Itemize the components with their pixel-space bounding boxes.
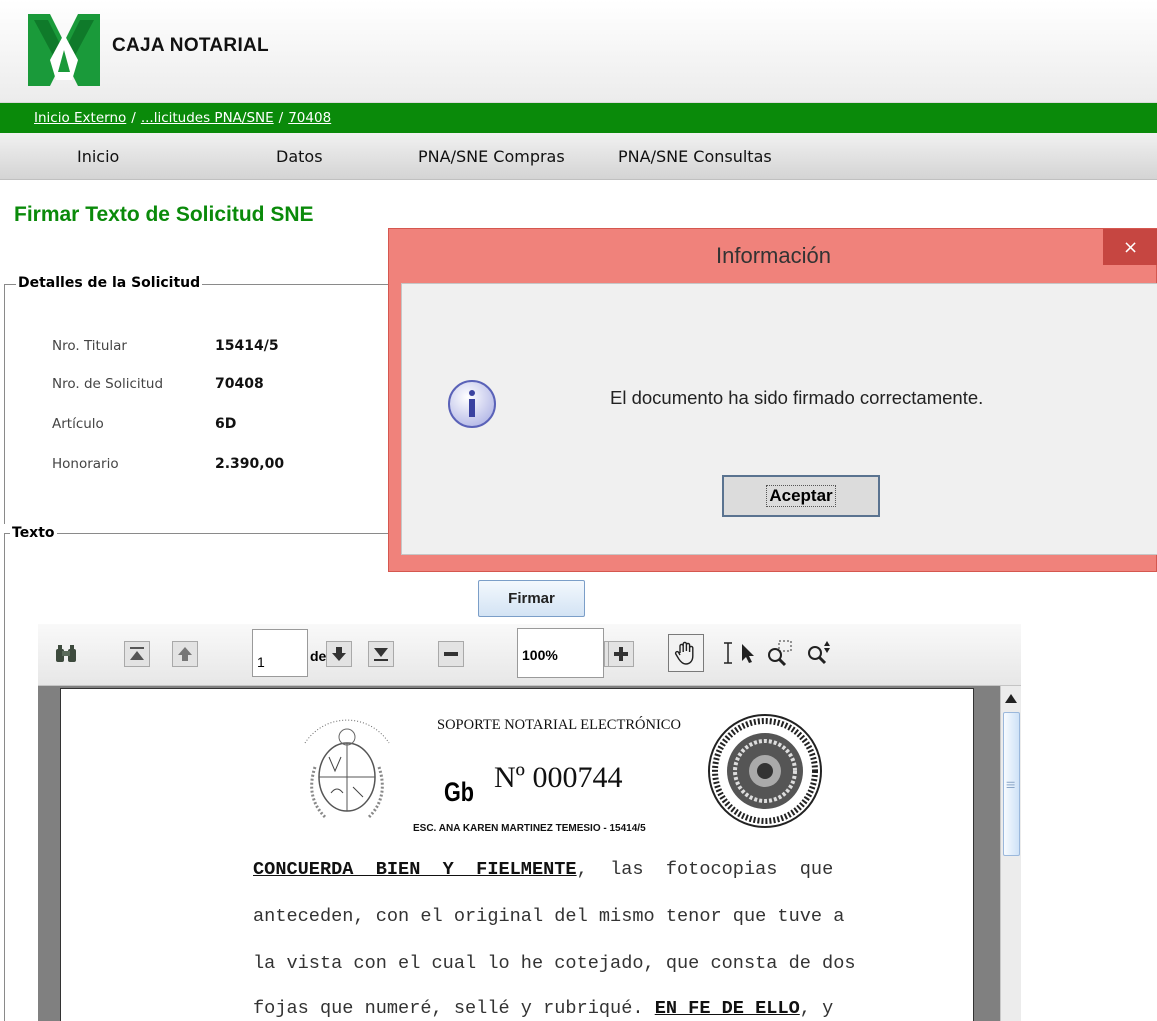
dialog-title: Información: [716, 243, 831, 268]
label-nro-solicitud: Nro. de Solicitud: [52, 376, 164, 392]
hand-tool-icon[interactable]: [668, 634, 704, 672]
pdf-text-line: fojas que numeré, sellé y rubriqué. EN F…: [253, 998, 833, 1019]
nav-pna-sne-compras[interactable]: PNA/SNE Compras: [418, 147, 565, 166]
breadcrumb-solicitudes[interactable]: ...licitudes PNA/SNE: [141, 110, 274, 126]
texto-legend: Texto: [10, 525, 57, 541]
zoom-out-icon[interactable]: [438, 641, 464, 667]
details-fieldset-border: [4, 284, 5, 524]
find-icon[interactable]: [48, 634, 84, 672]
breadcrumb-inicio-externo[interactable]: Inicio Externo: [34, 110, 126, 126]
pdf-series: Gb: [444, 777, 474, 807]
pdf-text-span: , las fotocopias que: [576, 859, 834, 880]
scrollbar-thumb[interactable]: [1003, 712, 1020, 856]
nav-datos[interactable]: Datos: [276, 147, 323, 166]
accept-button-label: Aceptar: [766, 485, 836, 507]
value-honorario: 2.390,00: [215, 456, 285, 472]
value-nro-solicitud: 70408: [215, 376, 264, 392]
value-nro-titular: 15414/5: [215, 338, 279, 354]
pdf-text-span: fojas que numeré, sellé y rubriqué.: [253, 998, 655, 1019]
firmar-button[interactable]: Firmar: [478, 580, 585, 617]
pdf-text-span: , y: [799, 998, 834, 1019]
pdf-viewport[interactable]: SOPORTE NOTARIAL ELECTRÓNICO Gb Nº 00074…: [38, 686, 1021, 1021]
main-nav: Inicio Datos PNA/SNE Compras PNA/SNE Con…: [0, 133, 1157, 180]
breadcrumb-separator: /: [278, 110, 284, 126]
last-page-icon[interactable]: [368, 641, 394, 667]
pdf-toolbar: de 4 100%: [38, 624, 1021, 686]
accept-button[interactable]: Aceptar: [722, 475, 880, 517]
nav-inicio[interactable]: Inicio: [77, 147, 119, 166]
close-icon[interactable]: ×: [1103, 229, 1157, 265]
dynamic-zoom-icon[interactable]: [802, 634, 836, 672]
breadcrumb-separator: /: [131, 110, 136, 126]
pdf-page: SOPORTE NOTARIAL ELECTRÓNICO Gb Nº 00074…: [60, 688, 974, 1021]
breadcrumb: Inicio Externo / ...licitudes PNA/SNE/7040…: [0, 103, 1157, 133]
brand-name: CAJA NOTARIAL: [112, 35, 269, 56]
breadcrumb-solicitud-id[interactable]: 70408: [288, 110, 331, 126]
dialog-body: El documento ha sido firmado correctamen…: [401, 283, 1157, 555]
value-articulo: 6D: [215, 416, 237, 432]
texto-fieldset-border: [4, 533, 5, 1021]
dialog-message: El documento ha sido firmado correctamen…: [610, 387, 984, 408]
marquee-zoom-icon[interactable]: [762, 634, 796, 672]
details-legend: Detalles de la Solicitud: [16, 275, 203, 291]
zoom-in-icon[interactable]: [608, 641, 634, 667]
app-header: CAJA NOTARIAL: [0, 0, 1157, 103]
pdf-text-line: la vista con el cual lo he cotejado, que…: [253, 953, 856, 974]
page-number-input[interactable]: [252, 629, 308, 677]
page-title: Firmar Texto de Solicitud SNE: [14, 203, 314, 226]
pdf-text-line: anteceden, con el original del mismo ten…: [253, 906, 845, 927]
label-nro-titular: Nro. Titular: [52, 338, 127, 354]
pdf-text-bold: CONCUERDA BIEN Y FIELMENTE: [253, 859, 577, 880]
pdf-text-bold: EN FE DE ELLO: [654, 998, 800, 1019]
pdf-doc-number: Nº 000744: [494, 761, 623, 794]
info-dialog: Información × El documento ha sido firma…: [388, 228, 1157, 572]
zoom-level-select[interactable]: 100%: [517, 628, 604, 678]
first-page-icon[interactable]: [124, 641, 150, 667]
select-icon[interactable]: [734, 634, 762, 672]
caja-notarial-logo: [28, 14, 100, 86]
label-articulo: Artículo: [52, 416, 104, 432]
label-honorario: Honorario: [52, 456, 119, 472]
nav-pna-sne-consultas[interactable]: PNA/SNE Consultas: [618, 147, 772, 166]
pdf-notary-name: ESC. ANA KAREN MARTINEZ TEMESIO - 15414/…: [413, 823, 646, 834]
next-page-icon[interactable]: [326, 641, 352, 667]
info-icon: [448, 380, 496, 428]
pdf-doc-header: SOPORTE NOTARIAL ELECTRÓNICO: [437, 717, 681, 733]
pdf-text-line: CONCUERDA BIEN Y FIELMENTE, las fotocopi…: [253, 859, 833, 880]
scroll-up-icon[interactable]: [1002, 690, 1020, 708]
notary-round-seal: [708, 714, 822, 828]
texto-fieldset-border: [4, 533, 388, 534]
coat-of-arms-seal: [304, 719, 390, 819]
previous-page-icon[interactable]: [172, 641, 198, 667]
